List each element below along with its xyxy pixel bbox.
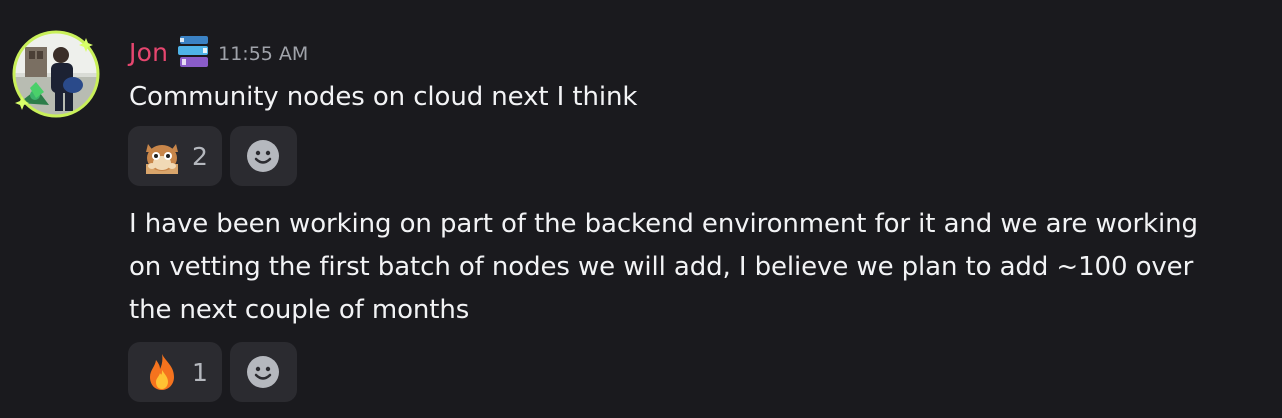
reaction-button[interactable]: 1 [128,342,222,402]
message-header: Jon 11:55 AM [129,34,308,70]
message-line: the next couple of months [129,295,470,325]
message-line: Community nodes on cloud next I think [129,82,638,112]
add-reaction-button[interactable] [229,342,297,402]
add-reaction-button[interactable] [229,126,297,186]
books-icon [174,32,214,72]
reaction-button[interactable]: 2 [128,126,222,186]
hamster-emoji-icon [140,134,184,178]
smiley-add-reaction-icon [247,356,280,388]
reactions-bar: 1 [128,342,297,402]
timestamp: 11:55 AM [218,43,309,65]
reaction-count: 2 [192,141,208,171]
message-content: Community nodes on cloud next I think [129,76,1249,119]
fire-emoji-icon [140,350,184,394]
message-group: Jon 11:55 AM Community nodes on cloud ne… [0,0,1282,418]
avatar[interactable] [15,33,97,115]
username[interactable]: Jon [129,38,168,67]
message-content: I have been working on part of the backe… [129,203,1249,332]
message-line: on vetting the first batch of nodes we w… [129,252,1194,282]
reaction-count: 1 [192,357,208,387]
message-line: I have been working on part of the backe… [129,209,1198,239]
reactions-bar: 2 [128,126,297,186]
smiley-add-reaction-icon [247,140,280,172]
